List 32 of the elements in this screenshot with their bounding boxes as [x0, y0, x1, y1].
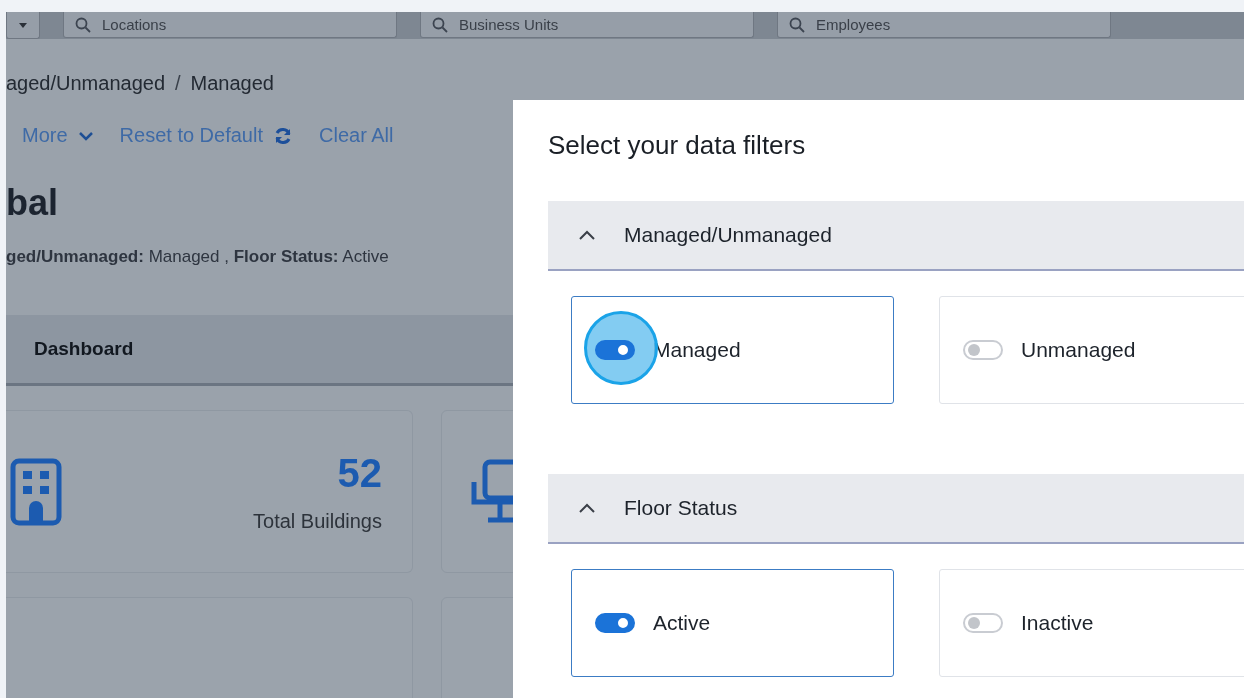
section-title: Managed/Unmanaged: [624, 223, 832, 247]
breadcrumb-item: Managed: [190, 72, 274, 96]
chevron-up-icon: [578, 229, 596, 241]
chevron-up-icon: [578, 502, 596, 514]
chevron-down-icon: [77, 130, 94, 141]
section-header[interactable]: Managed/Unmanaged: [548, 201, 1244, 271]
page-title: bal: [6, 185, 59, 221]
panel-title: Select your data filters: [548, 130, 807, 161]
breadcrumb-separator: /: [175, 72, 181, 96]
option-card[interactable]: Inactive: [939, 569, 1244, 677]
toggle-switch[interactable]: [595, 613, 635, 633]
option-card[interactable]: Unmanaged: [939, 296, 1244, 404]
section-header[interactable]: Floor Status: [548, 474, 1244, 544]
toggle-switch[interactable]: [963, 613, 1003, 633]
stat-label: Total Buildings: [253, 509, 382, 533]
refresh-icon: [273, 125, 293, 146]
building-icon: [10, 457, 62, 526]
section-title: Floor Status: [624, 496, 738, 520]
stat-value: 52: [337, 450, 382, 496]
toggle-switch[interactable]: [963, 340, 1003, 360]
option-card[interactable]: Active: [571, 569, 894, 677]
filter-summary: ged/Unmanaged: Managed , Floor Status: Active: [6, 247, 390, 267]
search-field[interactable]: Employees: [777, 12, 1111, 38]
dropdown-button[interactable]: [6, 12, 40, 39]
toggle-switch[interactable]: [595, 340, 635, 360]
breadcrumb-item[interactable]: aged/Unmanaged: [6, 72, 165, 96]
search-field[interactable]: Locations: [63, 12, 397, 38]
search-field[interactable]: Business Units: [420, 12, 754, 38]
tab[interactable]: Dashboard: [34, 332, 134, 366]
option-label: Inactive: [1021, 611, 1094, 635]
option-label: Active: [653, 611, 711, 635]
option-label: Unmanaged: [1021, 338, 1136, 362]
